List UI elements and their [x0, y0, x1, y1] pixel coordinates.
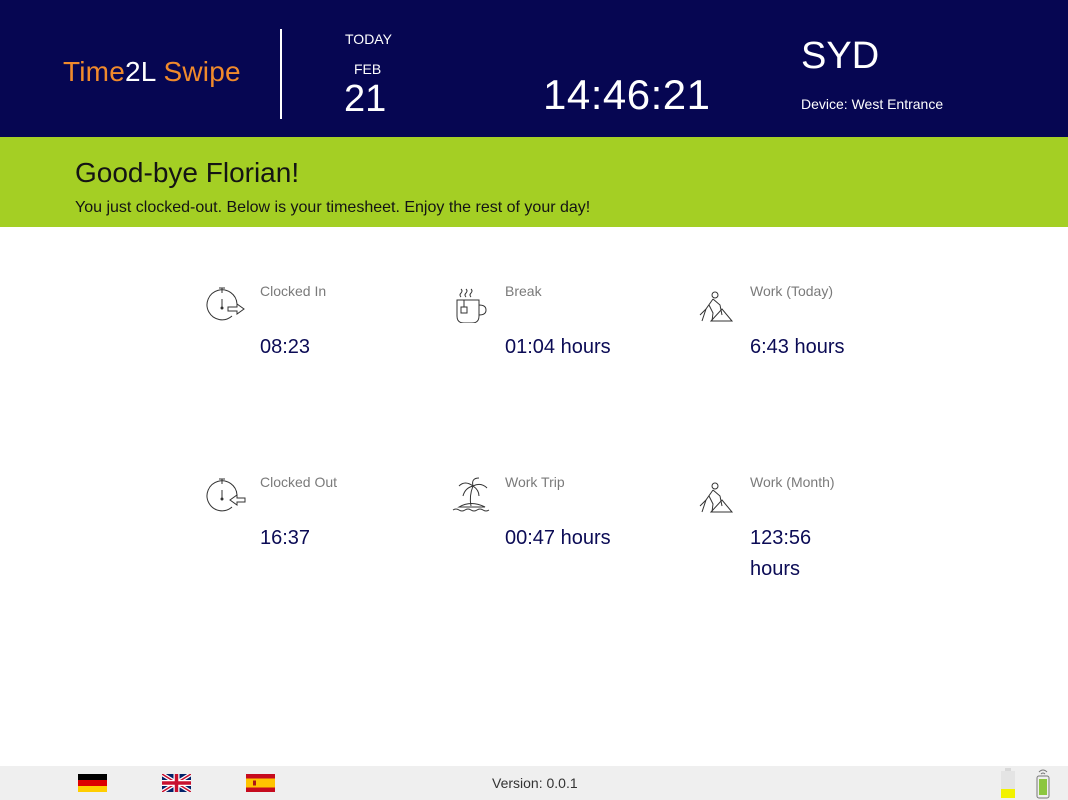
german-flag-icon[interactable]	[78, 774, 107, 792]
brand-word-time: Time	[63, 56, 125, 87]
uk-flag-icon[interactable]	[162, 774, 191, 792]
clock-out-icon	[206, 474, 246, 514]
today-label: TODAY	[345, 31, 392, 47]
goodbye-banner: Good-bye Florian! You just clocked-out. …	[0, 137, 1068, 227]
stat-value: 123:56 hours	[750, 527, 812, 580]
stat-value: 01:04 hours	[505, 336, 611, 358]
stat-value: 00:47 hours	[505, 527, 611, 549]
coffee-cup-icon	[451, 283, 491, 323]
stat-label: Clocked In	[260, 283, 327, 299]
brand-word-swipe: Swipe	[155, 56, 241, 87]
stat-label: Work (Today)	[750, 283, 833, 299]
clock-in-icon	[206, 283, 246, 323]
stat-label: Clocked Out	[260, 474, 338, 490]
stat-value: 6:43 hours	[750, 336, 845, 358]
top-header: Time2L Swipe TODAY FEB 21 14:46:21 SYD D…	[0, 0, 1068, 137]
location-code: SYD	[801, 35, 880, 77]
header-divider	[280, 29, 282, 119]
spanish-flag-icon[interactable]	[246, 774, 275, 792]
device-signal-icon	[1034, 767, 1052, 799]
brand-logo: Time2L Swipe	[63, 56, 241, 88]
device-name: Device: West Entrance	[801, 96, 944, 112]
current-time: 14:46:21	[543, 71, 711, 118]
worker-icon	[696, 474, 736, 514]
battery-icon	[999, 767, 1017, 799]
date-month: FEB	[354, 61, 382, 77]
banner-message: You just clocked-out. Below is your time…	[75, 199, 591, 216]
stat-label: Work (Month)	[750, 474, 835, 490]
worker-icon	[696, 283, 736, 323]
banner-title: Good-bye Florian!	[75, 157, 300, 188]
battery-fill	[1001, 789, 1015, 798]
brand-word-2l: 2L	[124, 56, 156, 87]
date-day: 21	[344, 78, 387, 120]
stat-label: Work Trip	[505, 474, 565, 490]
stat-label: Break	[505, 283, 542, 299]
version-label: Version: 0.0.1	[492, 775, 578, 791]
footer-bar: Version: 0.0.1	[0, 766, 1068, 800]
palm-island-icon	[451, 474, 491, 514]
stat-value: 16:37	[260, 527, 311, 549]
stat-value: 08:23	[260, 336, 311, 358]
